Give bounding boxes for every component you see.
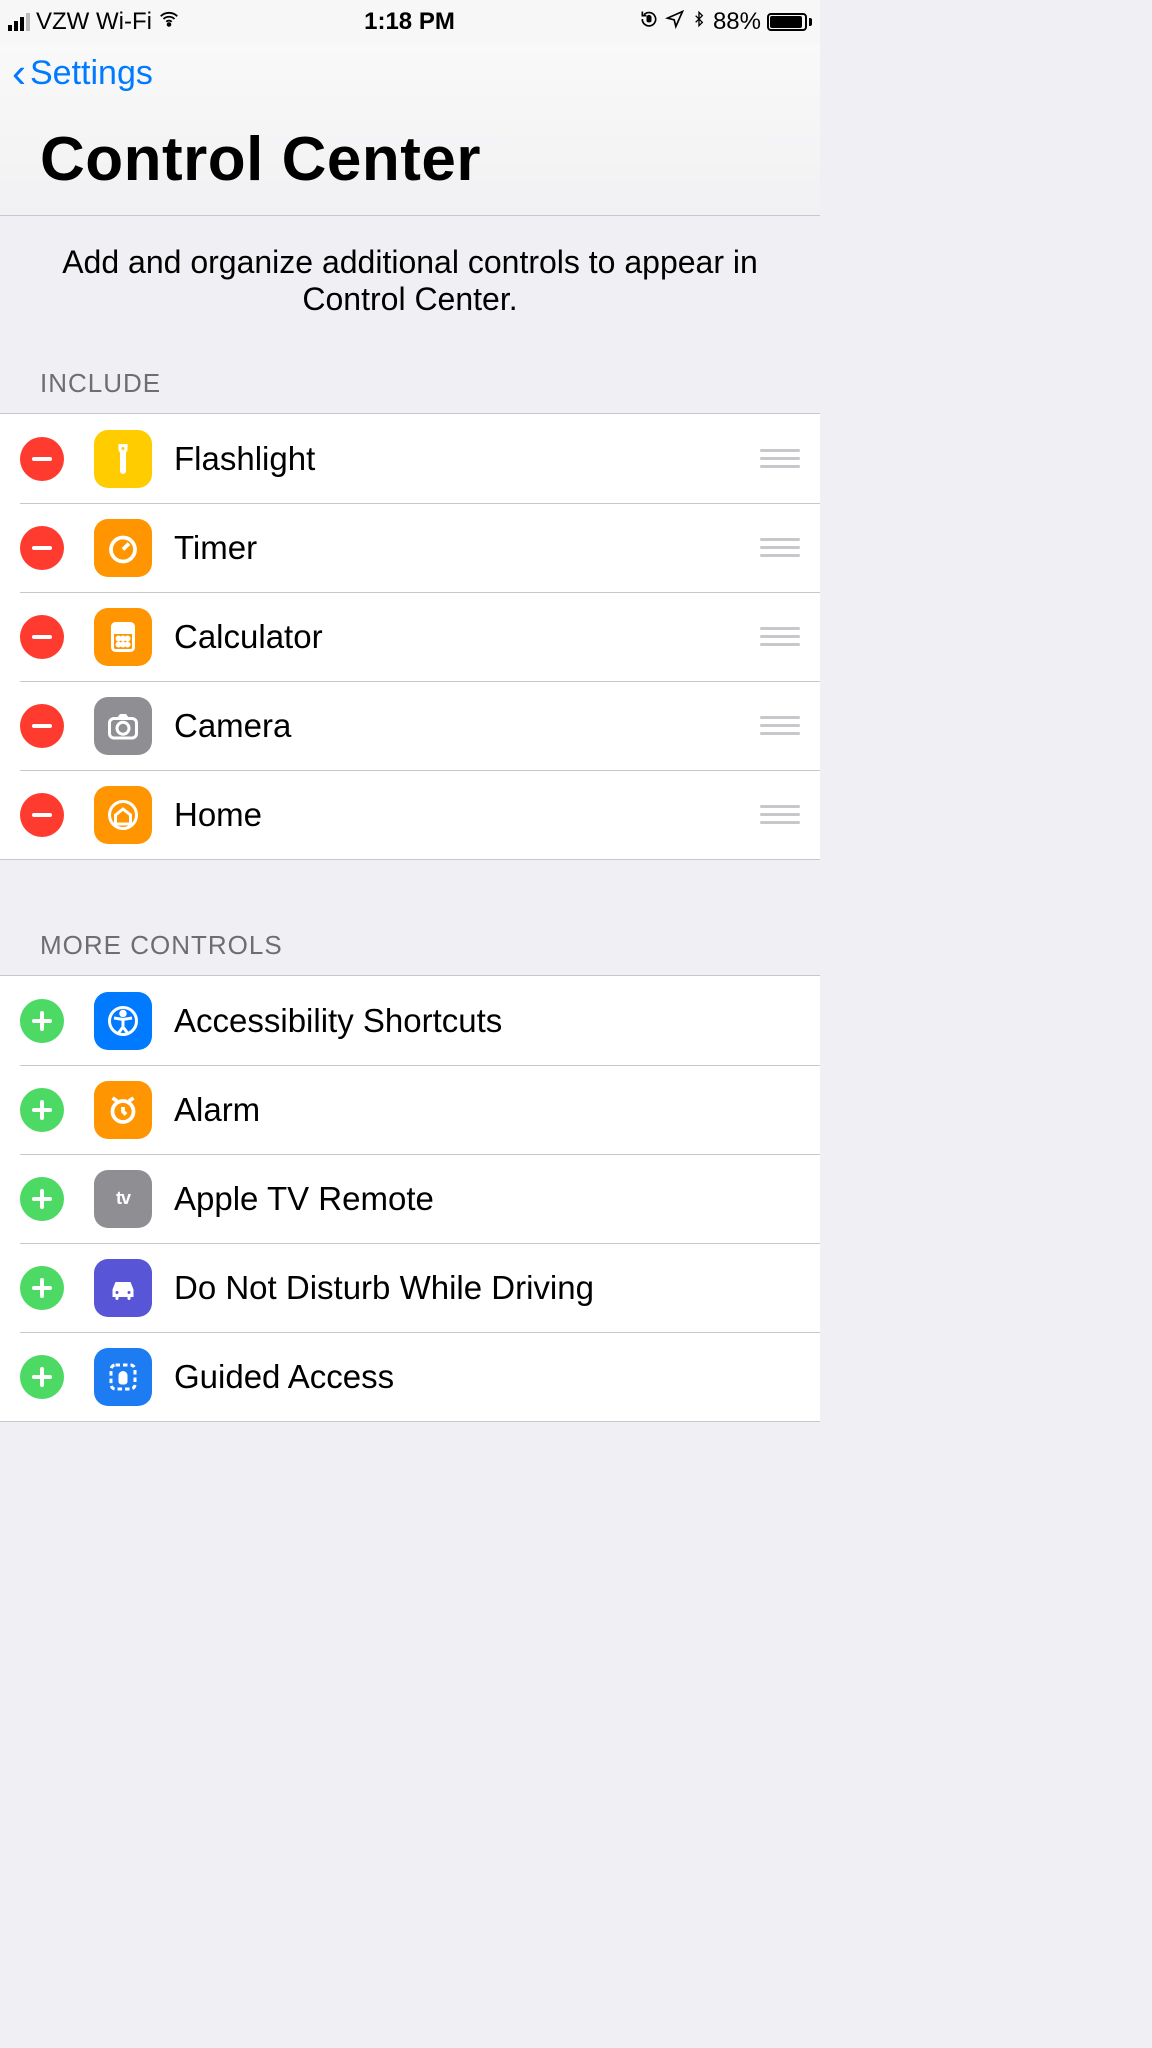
drag-handle-icon[interactable] xyxy=(758,716,802,735)
status-bar: VZW Wi-Fi 1:18 PM 88% xyxy=(0,0,820,44)
home-icon xyxy=(94,786,152,844)
drag-handle-icon[interactable] xyxy=(758,538,802,557)
section-description: Add and organize additional controls to … xyxy=(0,216,820,368)
row-label: Timer xyxy=(174,529,758,567)
remove-button[interactable] xyxy=(20,704,64,748)
row-label: Guided Access xyxy=(174,1358,820,1396)
list-item[interactable]: Alarm xyxy=(0,1065,820,1154)
clock: 1:18 PM xyxy=(364,8,455,36)
wifi-icon xyxy=(158,8,180,37)
row-label: Calculator xyxy=(174,618,758,656)
list-item[interactable]: Do Not Disturb While Driving xyxy=(0,1243,820,1332)
add-button[interactable] xyxy=(20,1177,64,1221)
row-label: Apple TV Remote xyxy=(174,1180,820,1218)
list-item[interactable]: Timer xyxy=(0,503,820,592)
more-controls-list: Accessibility Shortcuts Alarm tv Apple T… xyxy=(0,975,820,1422)
row-label: Accessibility Shortcuts xyxy=(174,1002,820,1040)
add-button[interactable] xyxy=(20,1355,64,1399)
drag-handle-icon[interactable] xyxy=(758,627,802,646)
add-button[interactable] xyxy=(20,999,64,1043)
battery-percent: 88% xyxy=(713,8,761,36)
car-icon xyxy=(94,1259,152,1317)
orientation-lock-icon xyxy=(639,8,659,36)
list-item[interactable]: Calculator xyxy=(0,592,820,681)
list-item[interactable]: tv Apple TV Remote xyxy=(0,1154,820,1243)
remove-button[interactable] xyxy=(20,793,64,837)
list-item[interactable]: Accessibility Shortcuts xyxy=(0,976,820,1065)
guided-access-icon xyxy=(94,1348,152,1406)
section-header-include: INCLUDE xyxy=(0,368,820,413)
bluetooth-icon xyxy=(691,8,707,37)
appletv-icon: tv xyxy=(94,1170,152,1228)
battery-icon xyxy=(767,13,812,31)
row-label: Flashlight xyxy=(174,440,758,478)
flashlight-icon xyxy=(94,430,152,488)
alarm-icon xyxy=(94,1081,152,1139)
remove-button[interactable] xyxy=(20,526,64,570)
cellular-signal-icon xyxy=(8,13,30,31)
list-item[interactable]: Flashlight xyxy=(0,414,820,503)
camera-icon xyxy=(94,697,152,755)
section-header-more: MORE CONTROLS xyxy=(0,930,820,975)
remove-button[interactable] xyxy=(20,437,64,481)
row-label: Do Not Disturb While Driving xyxy=(174,1269,820,1307)
add-button[interactable] xyxy=(20,1266,64,1310)
calculator-icon xyxy=(94,608,152,666)
page-title: Control Center xyxy=(12,94,808,215)
drag-handle-icon[interactable] xyxy=(758,805,802,824)
timer-icon xyxy=(94,519,152,577)
add-button[interactable] xyxy=(20,1088,64,1132)
location-icon xyxy=(665,8,685,36)
remove-button[interactable] xyxy=(20,615,64,659)
chevron-left-icon: ‹ xyxy=(12,52,26,94)
carrier-label: VZW Wi-Fi xyxy=(36,8,152,36)
drag-handle-icon[interactable] xyxy=(758,449,802,468)
list-item[interactable]: Home xyxy=(0,770,820,859)
row-label: Alarm xyxy=(174,1091,820,1129)
list-item[interactable]: Camera xyxy=(0,681,820,770)
back-label: Settings xyxy=(30,54,153,93)
accessibility-icon xyxy=(94,992,152,1050)
list-item[interactable]: Guided Access xyxy=(0,1332,820,1421)
back-button[interactable]: ‹ Settings xyxy=(12,52,153,94)
row-label: Camera xyxy=(174,707,758,745)
include-list: Flashlight Timer Calculator Camera Home xyxy=(0,413,820,860)
row-label: Home xyxy=(174,796,758,834)
navigation-bar: ‹ Settings Control Center xyxy=(0,44,820,215)
